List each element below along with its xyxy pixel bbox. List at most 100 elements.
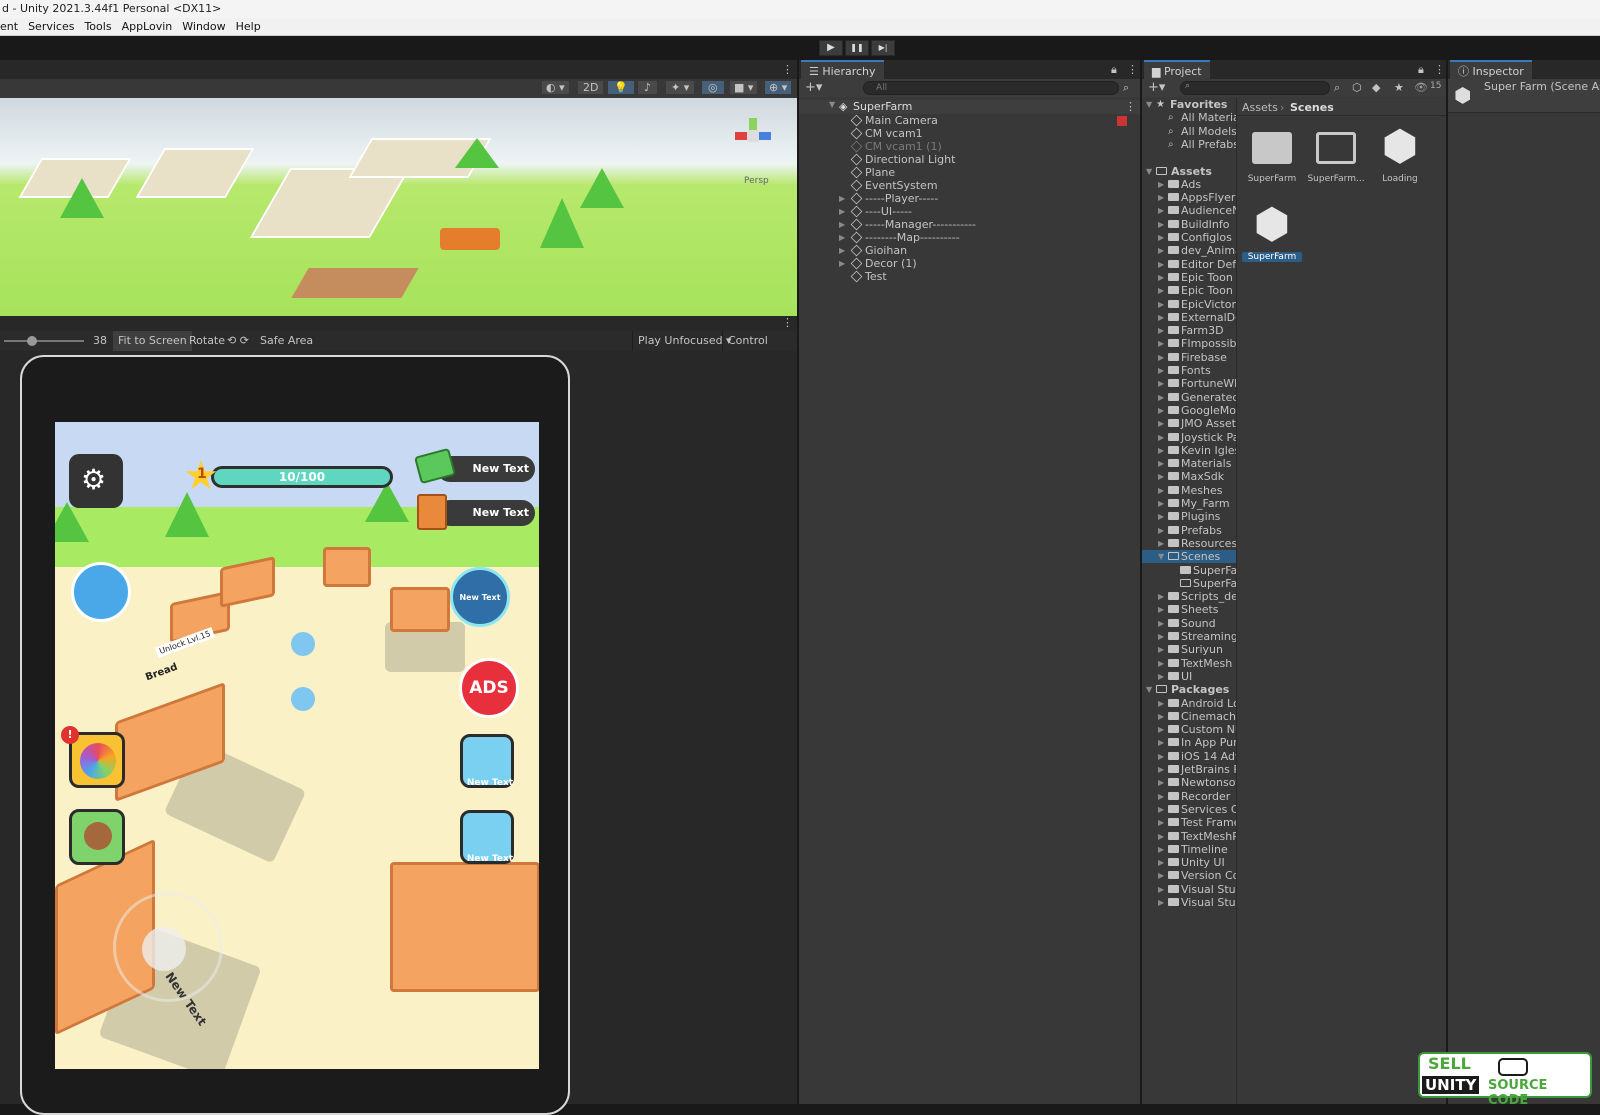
chevron-right-icon[interactable]: ▶ [1158,750,1164,763]
asset-folder[interactable]: ▶ AppsFlyer [1142,191,1236,204]
gizmos-toggle-icon[interactable]: ⊕ ▾ [765,81,792,94]
menu-item-applovin[interactable]: AppLovin [122,18,173,36]
asset-folder[interactable]: ▶ Fonts [1142,364,1236,377]
hierarchy-item[interactable]: CM vcam1 (1) [799,140,1140,153]
fit-to-screen-button[interactable]: Fit to Screen [113,331,192,351]
create-plus-icon[interactable]: +▾ [805,80,822,95]
package-folder[interactable]: ▶ Visual Studi [1142,883,1236,896]
control-panel-button[interactable]: Control Panel [722,331,797,367]
package-folder[interactable]: ▶ Test Framev [1142,816,1236,829]
chevron-right-icon[interactable]: ▶ [1158,803,1164,816]
breadcrumb-scenes[interactable]: Scenes [1290,101,1334,114]
audio-toggle-icon[interactable]: ♪ [638,81,658,94]
chevron-right-icon[interactable]: ▶ [839,244,845,257]
asset-folder[interactable]: ▶ BuildInfo [1142,218,1236,231]
package-folder[interactable]: ▶ iOS 14 Adve [1142,750,1236,763]
create-plus-icon[interactable]: +▾ [1148,80,1165,95]
chevron-right-icon[interactable]: ▶ [1158,776,1164,789]
asset-folder[interactable]: ▶ Joystick Pa [1142,431,1236,444]
play-button[interactable]: ▶ [819,40,843,56]
settings-button[interactable]: ⚙ [69,454,123,508]
asset-folder[interactable]: ▶ Scripts_dev [1142,590,1236,603]
chevron-right-icon[interactable]: ▶ [1158,231,1164,244]
asset-folder[interactable]: ▶ AudienceNe [1142,204,1236,217]
hierarchy-item[interactable]: ▶ -----Manager----------- [799,218,1140,231]
chevron-right-icon[interactable]: ▶ [1158,351,1164,364]
chevron-right-icon[interactable]: ▶ [1158,869,1164,882]
chevron-right-icon[interactable]: ▶ [839,218,845,231]
filter-label-icon[interactable]: ◆ [1372,81,1380,94]
hierarchy-item[interactable]: ▶ ----UI----- [799,205,1140,218]
favorite-item[interactable]: ⌕ All Models [1142,125,1236,138]
asset-folder[interactable]: ▶ FImpossible [1142,337,1236,350]
package-folder[interactable]: ▶ TextMeshPr [1142,830,1236,843]
asset-tile[interactable]: SuperFarm [1242,122,1302,194]
hierarchy-item[interactable]: ▶ --------Map---------- [799,231,1140,244]
asset-folder[interactable]: ▶ Ads [1142,178,1236,191]
breadcrumb-assets[interactable]: Assets [1242,101,1278,114]
hierarchy-item[interactable]: Plane [799,166,1140,179]
package-folder[interactable]: ▶ JetBrains Ri [1142,763,1236,776]
asset-folder[interactable]: ▶ StreamingA [1142,630,1236,643]
scenes-subfolder[interactable]: SuperFar [1142,564,1236,577]
asset-tile[interactable]: ⬢ Loading [1370,122,1430,194]
hidden-objects-icon[interactable]: ◎ [702,81,724,94]
package-folder[interactable]: ▶ Cinemachin [1142,710,1236,723]
chevron-right-icon[interactable]: ▶ [1158,497,1164,510]
chevron-right-icon[interactable]: ▶ [1158,643,1164,656]
chevron-right-icon[interactable]: ▶ [839,192,845,205]
chevron-right-icon[interactable]: ▶ [1158,856,1164,869]
package-folder[interactable]: ▶ Custom NU [1142,723,1236,736]
hierarchy-root-row[interactable]: ▼ ◈ SuperFarm ⋮ [799,100,1140,114]
chevron-right-icon[interactable]: ▶ [1158,790,1164,803]
chevron-right-icon[interactable]: ▶ [1158,883,1164,896]
asset-folder[interactable]: ▶ ExternalDep [1142,311,1236,324]
hierarchy-item[interactable]: Test [799,270,1140,283]
visibility-icon[interactable]: 👁︎ [1414,81,1428,94]
menu-item-window[interactable]: Window [182,18,225,36]
project-favorites-header[interactable]: ▼ ★ Favorites [1142,98,1236,111]
tab-inspector[interactable]: ⓘ Inspector [1450,60,1532,79]
favorite-item[interactable]: ⌕ All Prefabs [1142,138,1236,151]
chevron-right-icon[interactable]: ▶ [1158,630,1164,643]
chevron-right-icon[interactable]: ▶ [1158,337,1164,350]
chevron-right-icon[interactable]: ▶ [839,231,845,244]
menu-item-tools[interactable]: Tools [84,18,111,36]
fortune-wheel-button[interactable] [69,732,125,788]
asset-folder[interactable]: ▶ MaxSdk [1142,470,1236,483]
chevron-right-icon[interactable]: ▶ [1158,391,1164,404]
chevron-right-icon[interactable]: ▶ [1158,830,1164,843]
tab-project[interactable]: ▆ Project [1144,60,1210,79]
scene-projection-label[interactable]: Persp [744,176,769,186]
chevron-right-icon[interactable]: ▶ [1158,258,1164,271]
reward-cash-button[interactable]: New Text [460,734,514,788]
2d-toggle[interactable]: 2D [578,81,604,94]
chevron-right-icon[interactable]: ▶ [1158,657,1164,670]
chevron-right-icon[interactable]: ▶ [1158,736,1164,749]
project-search-input[interactable]: ⌕ [1180,81,1330,95]
chevron-down-icon[interactable]: ▼ [1146,683,1152,696]
asset-folder[interactable]: ▶ Kevin Iglesi [1142,444,1236,457]
asset-folder[interactable]: ▶ TextMesh P [1142,657,1236,670]
asset-folder[interactable]: ▶ Meshes [1142,484,1236,497]
chevron-right-icon[interactable]: ▶ [1158,816,1164,829]
hierarchy-item[interactable]: ▶ Decor (1) [799,257,1140,270]
play-unfocused-dropdown[interactable]: Play Unfocused ▾ [632,331,737,351]
asset-folder[interactable]: ▶ GeneratedL [1142,391,1236,404]
chevron-right-icon[interactable]: ▶ [1158,271,1164,284]
tractor-avatar-button[interactable] [71,562,131,622]
ads-button[interactable]: ADS [459,658,519,718]
chevron-right-icon[interactable]: ▶ [1158,191,1164,204]
asset-folder[interactable]: ▶ Sound [1142,617,1236,630]
safe-area-toggle[interactable]: Safe Area [255,331,318,351]
chevron-right-icon[interactable]: ▶ [1158,484,1164,497]
favorite-star-icon[interactable]: ★ [1394,81,1404,94]
chevron-right-icon[interactable]: ▶ [1158,510,1164,523]
chevron-right-icon[interactable]: ▶ [1158,364,1164,377]
asset-folder[interactable]: ▶ Resources [1142,537,1236,550]
lighting-toggle-icon[interactable]: 💡 [608,81,634,94]
package-folder[interactable]: ▶ Version Cor [1142,869,1236,882]
asset-folder-scenes[interactable]: ▼ Scenes [1142,550,1236,564]
camera-settings-icon[interactable]: ■ ▾ [730,81,758,94]
chevron-right-icon[interactable]: ▶ [1158,843,1164,856]
